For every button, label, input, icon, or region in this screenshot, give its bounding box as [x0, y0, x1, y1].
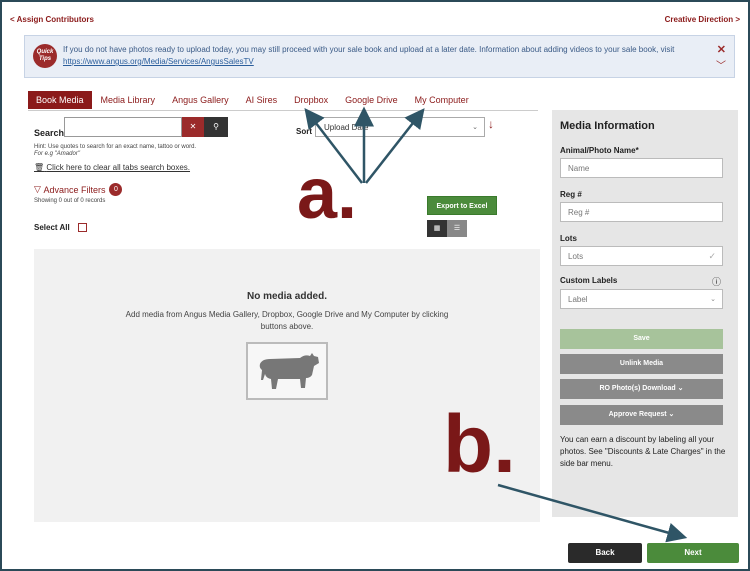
- save-button[interactable]: Save: [560, 329, 723, 349]
- export-to-excel-button[interactable]: Export to Excel: [427, 196, 497, 215]
- chevron-down-icon[interactable]: ﹀: [716, 57, 726, 72]
- reg-field[interactable]: Reg #: [560, 202, 723, 222]
- tab-book-media[interactable]: Book Media: [28, 91, 92, 109]
- annotation-a: a.: [297, 154, 358, 234]
- tab-my-computer[interactable]: My Computer: [407, 91, 477, 109]
- grid-view-icon[interactable]: ▦: [427, 220, 447, 237]
- list-view-icon[interactable]: ☰: [447, 220, 467, 237]
- animal-name-label: Animal/Photo Name*: [560, 146, 639, 155]
- reg-label: Reg #: [560, 190, 582, 199]
- close-icon[interactable]: ✕: [717, 43, 726, 56]
- select-all-label: Select All: [34, 223, 70, 232]
- search-hint: Hint: Use quotes to search for an exact …: [34, 144, 197, 150]
- sort-direction-icon[interactable]: ↓: [488, 117, 494, 131]
- sort-select[interactable]: Upload Date ⌄: [315, 117, 485, 137]
- info-icon[interactable]: ⓘ: [712, 275, 721, 288]
- media-information-title: Media Information: [560, 120, 655, 132]
- approve-request-button[interactable]: Approve Request ⌄: [560, 405, 723, 425]
- custom-labels-select[interactable]: Label ⌄: [560, 289, 723, 309]
- chevron-down-icon: ⌄: [710, 296, 716, 303]
- tab-media-library[interactable]: Media Library: [93, 91, 164, 109]
- select-all[interactable]: Select All: [34, 223, 87, 232]
- tab-google-drive[interactable]: Google Drive: [337, 91, 406, 109]
- filter-icon: ▽: [34, 184, 41, 194]
- animal-name-field[interactable]: Name: [560, 158, 723, 178]
- filter-count-badge: 0: [109, 183, 123, 196]
- clear-search-button[interactable]: ✕: [182, 117, 204, 137]
- custom-labels-label: Custom Labels: [560, 276, 618, 285]
- check-icon: ✓: [708, 251, 716, 261]
- assign-contributors-link[interactable]: < Assign Contributors: [10, 15, 94, 24]
- annotation-b: b.: [443, 399, 516, 490]
- quick-tips-icon: Quick Tips: [33, 44, 57, 68]
- back-button[interactable]: Back: [568, 543, 642, 563]
- unlink-media-button[interactable]: Unlink Media: [560, 354, 723, 374]
- search-input[interactable]: [64, 117, 182, 137]
- quick-tips-message: If you do not have photos ready to uploa…: [63, 45, 675, 54]
- next-button[interactable]: Next: [647, 543, 739, 563]
- discount-note: You can earn a discount by labeling all …: [560, 435, 726, 468]
- top-nav: < Assign Contributors Creative Direction…: [10, 15, 740, 29]
- empty-state-title: No media added.: [246, 291, 327, 302]
- sort-label: Sort: [296, 127, 312, 136]
- sort-value: Upload Date: [324, 123, 369, 132]
- cow-placeholder-icon: [246, 342, 328, 400]
- select-all-checkbox[interactable]: [77, 223, 87, 232]
- advance-filters-button[interactable]: ▽ Advance Filters 0: [34, 183, 123, 196]
- empty-state-text: Add media from Angus Media Gallery, Drop…: [125, 310, 449, 331]
- chevron-down-icon: ⌄: [472, 124, 478, 131]
- tabs-divider: [28, 110, 538, 111]
- search-icon[interactable]: ⚲: [204, 117, 228, 137]
- angus-sales-tv-link[interactable]: https://www.angus.org/Media/Services/Ang…: [63, 57, 254, 66]
- quick-tips-banner: Quick Tips If you do not have photos rea…: [24, 35, 735, 78]
- tab-dropbox[interactable]: Dropbox: [286, 91, 336, 109]
- search-label: Search: [34, 128, 65, 138]
- clear-tabs-search-link[interactable]: 🗑 Click here to clear all tabs search bo…: [34, 163, 190, 172]
- advance-filters-label: Advance Filters: [43, 184, 106, 195]
- view-toggle: ▦ ☰: [427, 220, 467, 237]
- search-hint-example: For e.g "Amador": [34, 151, 80, 157]
- trash-icon: 🗑: [34, 163, 45, 172]
- media-tabs: Book Media Media Library Angus Gallery A…: [28, 90, 478, 110]
- creative-direction-link[interactable]: Creative Direction >: [665, 15, 740, 24]
- custom-labels-placeholder: Label: [568, 295, 588, 304]
- lots-label: Lots: [560, 234, 577, 243]
- clear-tabs-search-label: Click here to clear all tabs search boxe…: [46, 163, 191, 172]
- quick-tips-text: If you do not have photos ready to uploa…: [63, 44, 713, 68]
- lots-field[interactable]: Lots ✓: [560, 246, 723, 266]
- records-count: Showing 0 out of 0 records: [34, 198, 106, 204]
- ro-photo-download-button[interactable]: RO Photo(s) Download ⌄: [560, 379, 723, 399]
- tab-angus-gallery[interactable]: Angus Gallery: [164, 91, 237, 109]
- lots-placeholder: Lots: [568, 252, 584, 261]
- tab-ai-sires[interactable]: AI Sires: [238, 91, 286, 109]
- media-information-panel: Media Information Animal/Photo Name* Nam…: [552, 110, 738, 517]
